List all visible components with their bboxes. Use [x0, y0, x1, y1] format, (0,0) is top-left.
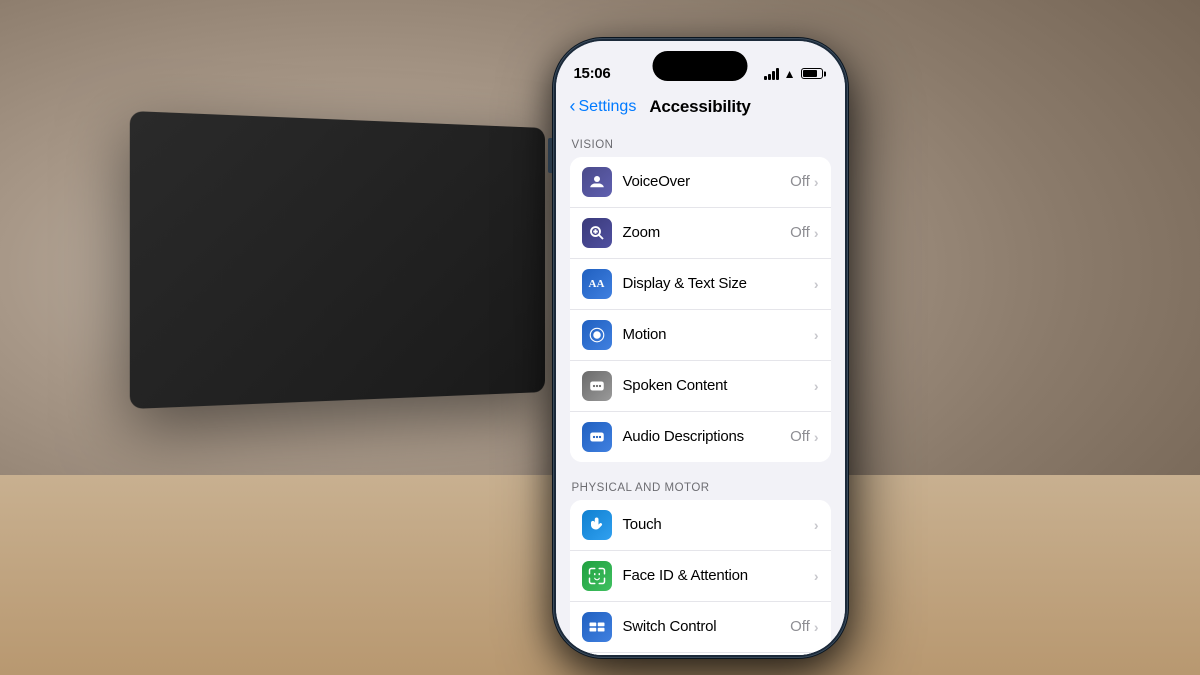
display-icon: AA — [582, 269, 612, 299]
voiceover-value: Off — [790, 173, 810, 190]
back-button[interactable]: ‹ Settings — [570, 97, 637, 117]
voiceover-icon — [582, 167, 612, 197]
motion-icon — [582, 320, 612, 350]
back-arrow-icon: ‹ — [570, 96, 576, 117]
wifi-icon: ▲ — [784, 67, 796, 81]
spoken-icon — [582, 371, 612, 401]
touch-row[interactable]: Touch › — [570, 500, 831, 551]
faceid-icon — [582, 561, 612, 591]
dynamic-island — [653, 51, 748, 81]
battery-icon — [801, 68, 823, 79]
motion-label: Motion — [623, 326, 814, 343]
touch-label: Touch — [623, 516, 814, 533]
voiceover-chevron: › — [814, 174, 819, 190]
voice-row[interactable]: Voice Control Off › — [570, 653, 831, 655]
zoom-chevron: › — [814, 225, 819, 241]
phone-container: 15:06 ▲ ‹ Se — [553, 38, 848, 658]
back-label[interactable]: Settings — [579, 98, 637, 116]
zoom-icon — [582, 218, 612, 248]
physical-group: Touch › — [570, 500, 831, 655]
audio-icon — [582, 422, 612, 452]
zoom-label: Zoom — [623, 224, 791, 241]
switch-value: Off — [790, 618, 810, 635]
settings-list[interactable]: VISION VoiceOver Off › — [556, 125, 845, 655]
switch-row[interactable]: Switch Control Off › — [570, 602, 831, 653]
motion-chevron: › — [814, 327, 819, 343]
audio-value: Off — [790, 428, 810, 445]
spoken-label: Spoken Content — [623, 377, 814, 394]
zoom-row[interactable]: Zoom Off › — [570, 208, 831, 259]
faceid-chevron: › — [814, 568, 819, 584]
audio-chevron: › — [814, 429, 819, 445]
voiceover-label: VoiceOver — [623, 173, 791, 190]
section-header-vision: VISION — [556, 125, 845, 157]
display-label: Display & Text Size — [623, 275, 814, 292]
section-header-physical: PHYSICAL AND MOTOR — [556, 468, 845, 500]
navigation-bar: ‹ Settings Accessibility — [556, 93, 845, 125]
phone-screen: 15:06 ▲ ‹ Se — [556, 41, 845, 655]
touch-chevron: › — [814, 517, 819, 533]
display-row[interactable]: AA Display & Text Size › — [570, 259, 831, 310]
voiceover-row[interactable]: VoiceOver Off › — [570, 157, 831, 208]
switch-icon — [582, 612, 612, 642]
vision-group: VoiceOver Off › Z — [570, 157, 831, 462]
status-bar: 15:06 ▲ — [556, 41, 845, 93]
audio-row[interactable]: Audio Descriptions Off › — [570, 412, 831, 462]
touch-icon — [582, 510, 612, 540]
faceid-label: Face ID & Attention — [623, 567, 814, 584]
status-time: 15:06 — [574, 65, 611, 82]
status-icons: ▲ — [764, 67, 823, 81]
faceid-row[interactable]: Face ID & Attention › — [570, 551, 831, 602]
iphone-device: 15:06 ▲ ‹ Se — [553, 38, 848, 658]
spoken-row[interactable]: Spoken Content › — [570, 361, 831, 412]
spoken-chevron: › — [814, 378, 819, 394]
display-chevron: › — [814, 276, 819, 292]
zoom-value: Off — [790, 224, 810, 241]
signal-icon — [764, 68, 779, 80]
page-title: Accessibility — [649, 97, 750, 117]
switch-label: Switch Control — [623, 618, 791, 635]
bg-laptop — [130, 111, 545, 409]
audio-label: Audio Descriptions — [623, 428, 791, 445]
motion-row[interactable]: Motion › — [570, 310, 831, 361]
switch-chevron: › — [814, 619, 819, 635]
